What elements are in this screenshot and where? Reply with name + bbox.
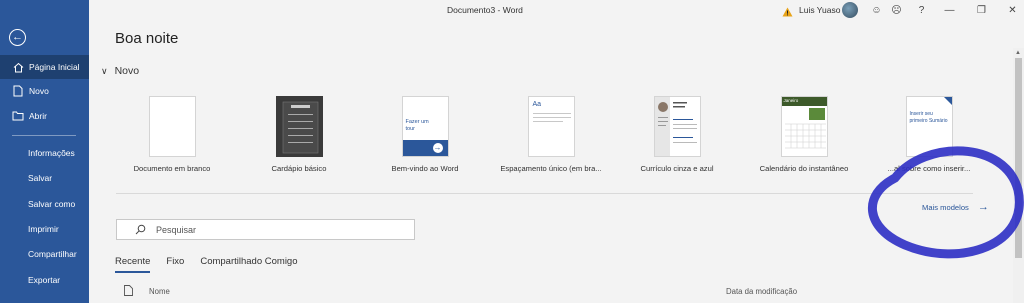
template-basic-menu[interactable]: Cardápio básico xyxy=(239,96,359,173)
template-resume-gray-blue[interactable]: Currículo cinza e azul xyxy=(617,96,737,173)
search-placeholder: Pesquisar xyxy=(156,224,197,235)
back-arrow-icon[interactable]: ← xyxy=(9,29,26,46)
template-caption: Documento em branco xyxy=(133,164,211,173)
template-blank-document[interactable]: Documento em branco xyxy=(112,96,232,173)
restore-icon[interactable]: ❐ xyxy=(975,4,988,17)
template-thumbnail: Aa xyxy=(527,96,575,157)
sidebar-item-export[interactable]: Exportar xyxy=(0,268,89,292)
template-thumbnail xyxy=(148,96,196,157)
arrow-right-icon: → xyxy=(977,201,989,213)
sidebar-item-save-as[interactable]: Salvar como xyxy=(0,192,89,216)
template-caption: Cardápio básico xyxy=(271,164,327,173)
scrollbar-thumb[interactable] xyxy=(1015,58,1022,258)
minimize-icon[interactable]: — xyxy=(943,4,956,17)
sidebar-divider xyxy=(12,135,76,136)
window-title: Documento3 - Word xyxy=(447,5,523,15)
arrow-icon: → xyxy=(432,143,443,153)
template-caption: Bem-vindo ao Word xyxy=(391,164,459,173)
new-document-icon xyxy=(12,85,24,97)
template-thumbnail: Janeiro xyxy=(780,96,828,157)
template-insert-toc[interactable]: Inserir seu primeiro Sumário ...al sobre… xyxy=(869,96,989,173)
resume-thumbnail-art xyxy=(654,97,697,156)
column-header-name[interactable]: Nome xyxy=(149,287,170,296)
sidebar-item-share[interactable]: Compartilhar xyxy=(0,242,89,266)
avatar[interactable] xyxy=(842,2,858,18)
tab-shared-with-me[interactable]: Compartilhado Comigo xyxy=(200,256,297,267)
sidebar-item-label: Novo xyxy=(29,86,49,96)
folder-icon xyxy=(12,110,24,122)
frown-feedback-icon[interactable]: ☹ xyxy=(890,4,903,17)
tab-pinned[interactable]: Fixo xyxy=(166,256,184,267)
template-thumbnail xyxy=(653,96,701,157)
user-name[interactable]: Luis Yuaso xyxy=(799,5,840,15)
documents-tabs: Recente Fixo Compartilhado Comigo xyxy=(115,256,314,273)
sidebar-item-label: Salvar como xyxy=(28,199,76,209)
title-bar: Documento3 - Word Luis Yuaso ☺ ☹ ? — ❐ ✕ xyxy=(89,0,1024,22)
lines-thumbnail-art xyxy=(532,113,571,122)
column-header-date[interactable]: Data da modificação xyxy=(726,287,797,296)
template-single-spaced[interactable]: Aa Espaçamento único (em bra... xyxy=(491,96,611,173)
scroll-up-icon[interactable]: ▲ xyxy=(1015,50,1021,56)
sidebar-item-label: Salvar xyxy=(28,173,53,183)
section-title: Novo xyxy=(114,65,140,77)
template-welcome-to-word[interactable]: Fazer um tour → Bem-vindo ao Word xyxy=(365,96,485,173)
template-thumbnail: Inserir seu primeiro Sumário xyxy=(905,96,953,157)
more-templates-label: Mais modelos xyxy=(922,202,969,212)
sidebar-item-home[interactable]: Página Inicial xyxy=(0,55,89,79)
sidebar-item-label: Informações xyxy=(28,148,75,158)
help-icon[interactable]: ? xyxy=(915,4,928,17)
template-caption: Calendário do instantâneo xyxy=(759,164,849,173)
template-caption: Currículo cinza e azul xyxy=(640,164,714,173)
template-caption: ...al sobre como inserir... xyxy=(887,164,971,173)
sidebar-item-label: Exportar xyxy=(28,275,61,285)
sidebar-item-open[interactable]: Abrir xyxy=(0,104,89,128)
sidebar-item-print[interactable]: Imprimir xyxy=(0,217,89,241)
new-section-header[interactable]: ∨ Novo xyxy=(101,65,139,77)
template-thumbnail xyxy=(275,96,323,157)
calendar-thumbnail-art xyxy=(784,108,826,149)
sidebar-item-new[interactable]: Novo xyxy=(0,79,89,103)
more-templates-link[interactable]: Mais modelos → xyxy=(922,201,989,213)
chevron-down-icon: ∨ xyxy=(101,65,108,76)
close-icon[interactable]: ✕ xyxy=(1006,4,1019,17)
warning-icon[interactable] xyxy=(782,4,793,22)
file-icon xyxy=(124,285,133,298)
tab-recent[interactable]: Recente xyxy=(115,256,151,273)
home-icon xyxy=(12,61,24,73)
menu-thumbnail-art xyxy=(282,101,318,154)
sidebar: ← Página Inicial Novo Abrir Informações … xyxy=(0,0,89,303)
sidebar-item-save[interactable]: Salvar xyxy=(0,166,89,190)
greeting-heading: Boa noite xyxy=(115,30,179,47)
template-caption: Espaçamento único (em bra... xyxy=(500,164,602,173)
sidebar-item-label: Compartilhar xyxy=(28,249,77,259)
word-backstage: ← Página Inicial Novo Abrir Informações … xyxy=(0,0,1024,303)
template-thumbnail: Fazer um tour → xyxy=(401,96,449,157)
vertical-scrollbar[interactable]: ▲ xyxy=(1013,48,1024,303)
search-icon xyxy=(135,224,146,235)
sidebar-item-label: Abrir xyxy=(29,111,47,121)
divider xyxy=(116,193,973,194)
thumbnail-text: Inserir seu primeiro Sumário xyxy=(909,111,948,124)
smile-feedback-icon[interactable]: ☺ xyxy=(870,4,883,17)
search-input[interactable]: Pesquisar xyxy=(116,219,415,240)
template-snapshot-calendar[interactable]: Janeiro Calendário do instantâneo xyxy=(744,96,864,173)
sidebar-item-label: Imprimir xyxy=(28,224,59,234)
thumbnail-text: Fazer um tour xyxy=(405,119,429,132)
sidebar-item-info[interactable]: Informações xyxy=(0,141,89,165)
document-list-header: Nome Data da modificação xyxy=(116,284,996,300)
sidebar-item-label: Página Inicial xyxy=(29,62,80,72)
